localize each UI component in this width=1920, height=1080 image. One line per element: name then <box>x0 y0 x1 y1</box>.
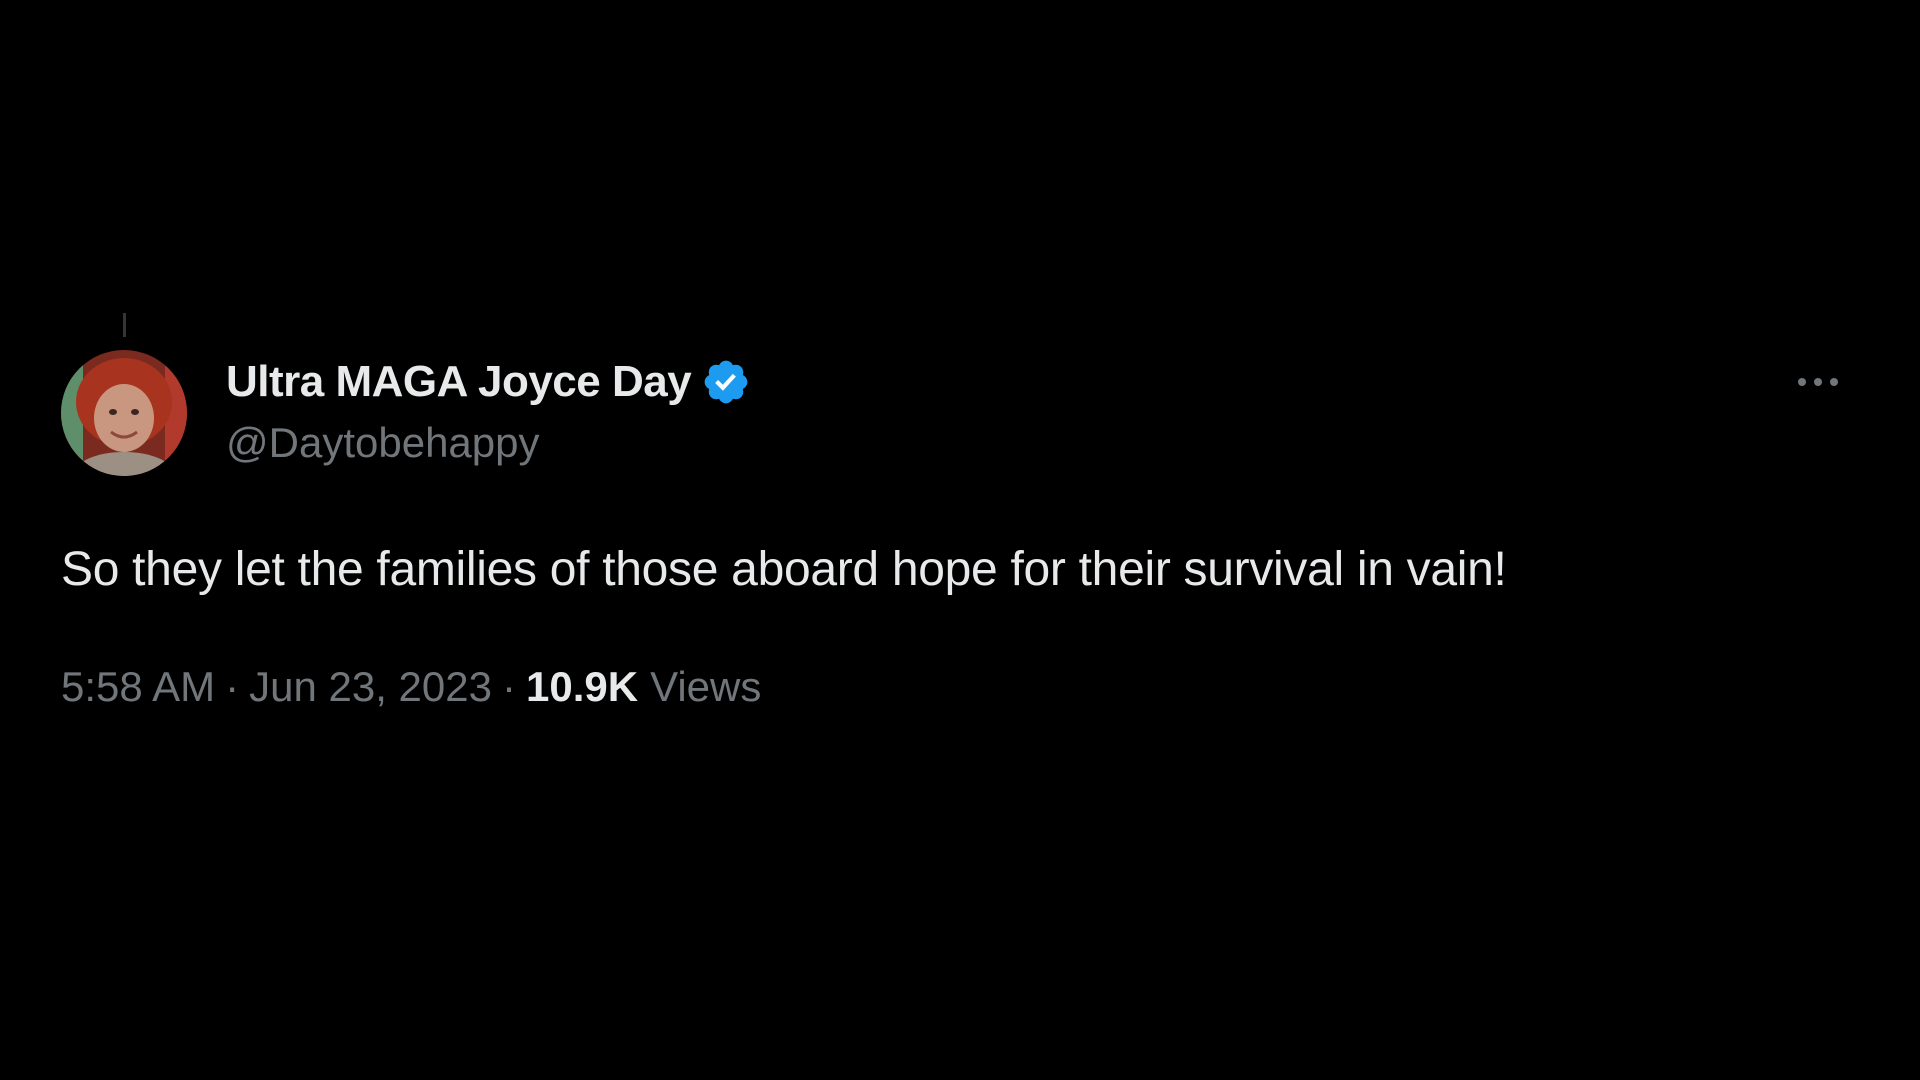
tweet-card: Ultra MAGA Joyce Day @Daytobehappy So th… <box>0 0 1920 1080</box>
avatar-photo-icon <box>61 350 187 476</box>
tweet-time[interactable]: 5:58 AM <box>61 663 215 711</box>
meta-separator: · <box>225 663 240 710</box>
more-options-button[interactable] <box>1786 366 1850 398</box>
avatar[interactable] <box>61 350 187 476</box>
meta-separator: · <box>501 663 516 710</box>
views-count[interactable]: 10.9K <box>526 663 638 711</box>
ellipsis-icon <box>1798 378 1838 386</box>
tweet-text: So they let the families of those aboard… <box>61 543 1507 596</box>
tweet-meta: 5:58 AM · Jun 23, 2023 · 10.9K Views <box>61 663 761 711</box>
tweet-date[interactable]: Jun 23, 2023 <box>249 663 492 711</box>
verified-badge-icon <box>701 357 751 407</box>
author-handle[interactable]: @Daytobehappy <box>226 419 540 467</box>
views-label[interactable]: Views <box>650 663 761 711</box>
thread-connector-line <box>123 313 126 337</box>
author-display-name[interactable]: Ultra MAGA Joyce Day <box>226 357 692 407</box>
author-name-row[interactable]: Ultra MAGA Joyce Day <box>226 356 751 408</box>
